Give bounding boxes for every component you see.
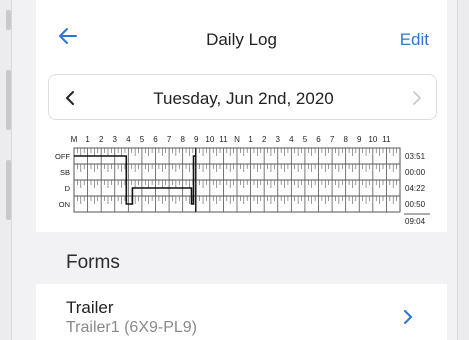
device-frame-right <box>457 0 469 340</box>
side-button <box>6 160 11 220</box>
hour-label: 9 <box>194 135 199 144</box>
side-button <box>6 70 11 130</box>
hour-label: 1 <box>248 135 253 144</box>
hour-label: 5 <box>303 135 308 144</box>
nav-bar: Daily Log Edit <box>36 0 447 70</box>
date-selector: Tuesday, Jun 2nd, 2020 <box>48 74 437 120</box>
status-label: OFF <box>55 152 70 161</box>
status-total: 00:50 <box>405 200 426 209</box>
hour-label: 10 <box>205 135 214 144</box>
status-label: SB <box>60 168 70 177</box>
chevron-right-icon <box>404 310 412 324</box>
hour-label: 8 <box>180 135 185 144</box>
hour-label: 11 <box>382 135 391 144</box>
edit-button[interactable]: Edit <box>400 30 429 50</box>
hour-label: N <box>234 135 240 144</box>
hour-label: 3 <box>113 135 118 144</box>
form-item-subtitle: Trailer1 (6X9-PL9) <box>66 319 198 336</box>
hour-label: 4 <box>289 135 294 144</box>
log-grid-chart: M 1 2 3 4 5 6 7 8 9 10 11 N 1 2 3 4 5 6 7 8 9 10 11OFFSBDON03:5… <box>55 135 430 226</box>
hour-label: M <box>71 135 78 144</box>
hour-label: 7 <box>330 135 335 144</box>
grand-total: 09:04 <box>405 217 426 226</box>
daily-log-card: Daily Log Edit Tuesday, Jun 2nd, 2020 M1… <box>36 0 447 232</box>
hour-label: 10 <box>368 135 377 144</box>
hour-label: 5 <box>140 135 145 144</box>
hour-label: 6 <box>316 135 321 144</box>
page-title: Daily Log <box>206 30 277 49</box>
hour-label: 6 <box>153 135 158 144</box>
status-label: D <box>65 184 71 193</box>
hour-label: 7 <box>167 135 172 144</box>
form-item-trailer[interactable]: Trailer Trailer1 (6X9-PL9) <box>36 284 447 340</box>
chevron-right-icon <box>413 91 421 105</box>
hour-label: 3 <box>276 135 281 144</box>
hour-label: 2 <box>262 135 267 144</box>
hour-label: 8 <box>343 135 348 144</box>
hour-label: 9 <box>357 135 362 144</box>
status-label: ON <box>59 200 70 209</box>
hour-label: 11 <box>219 135 228 144</box>
hour-label: 4 <box>126 135 131 144</box>
forms-heading: Forms <box>66 252 120 273</box>
hour-label: 2 <box>99 135 104 144</box>
date-label: Tuesday, Jun 2nd, 2020 <box>153 89 334 108</box>
hour-label: 1 <box>85 135 90 144</box>
status-total: 04:22 <box>405 184 426 193</box>
side-button <box>6 10 11 30</box>
form-item-title: Trailer <box>66 298 114 317</box>
device-frame-left <box>0 0 12 340</box>
screen: Daily Log Edit Tuesday, Jun 2nd, 2020 M1… <box>36 0 447 340</box>
status-total: 00:00 <box>405 168 426 177</box>
status-total: 03:51 <box>405 152 426 161</box>
